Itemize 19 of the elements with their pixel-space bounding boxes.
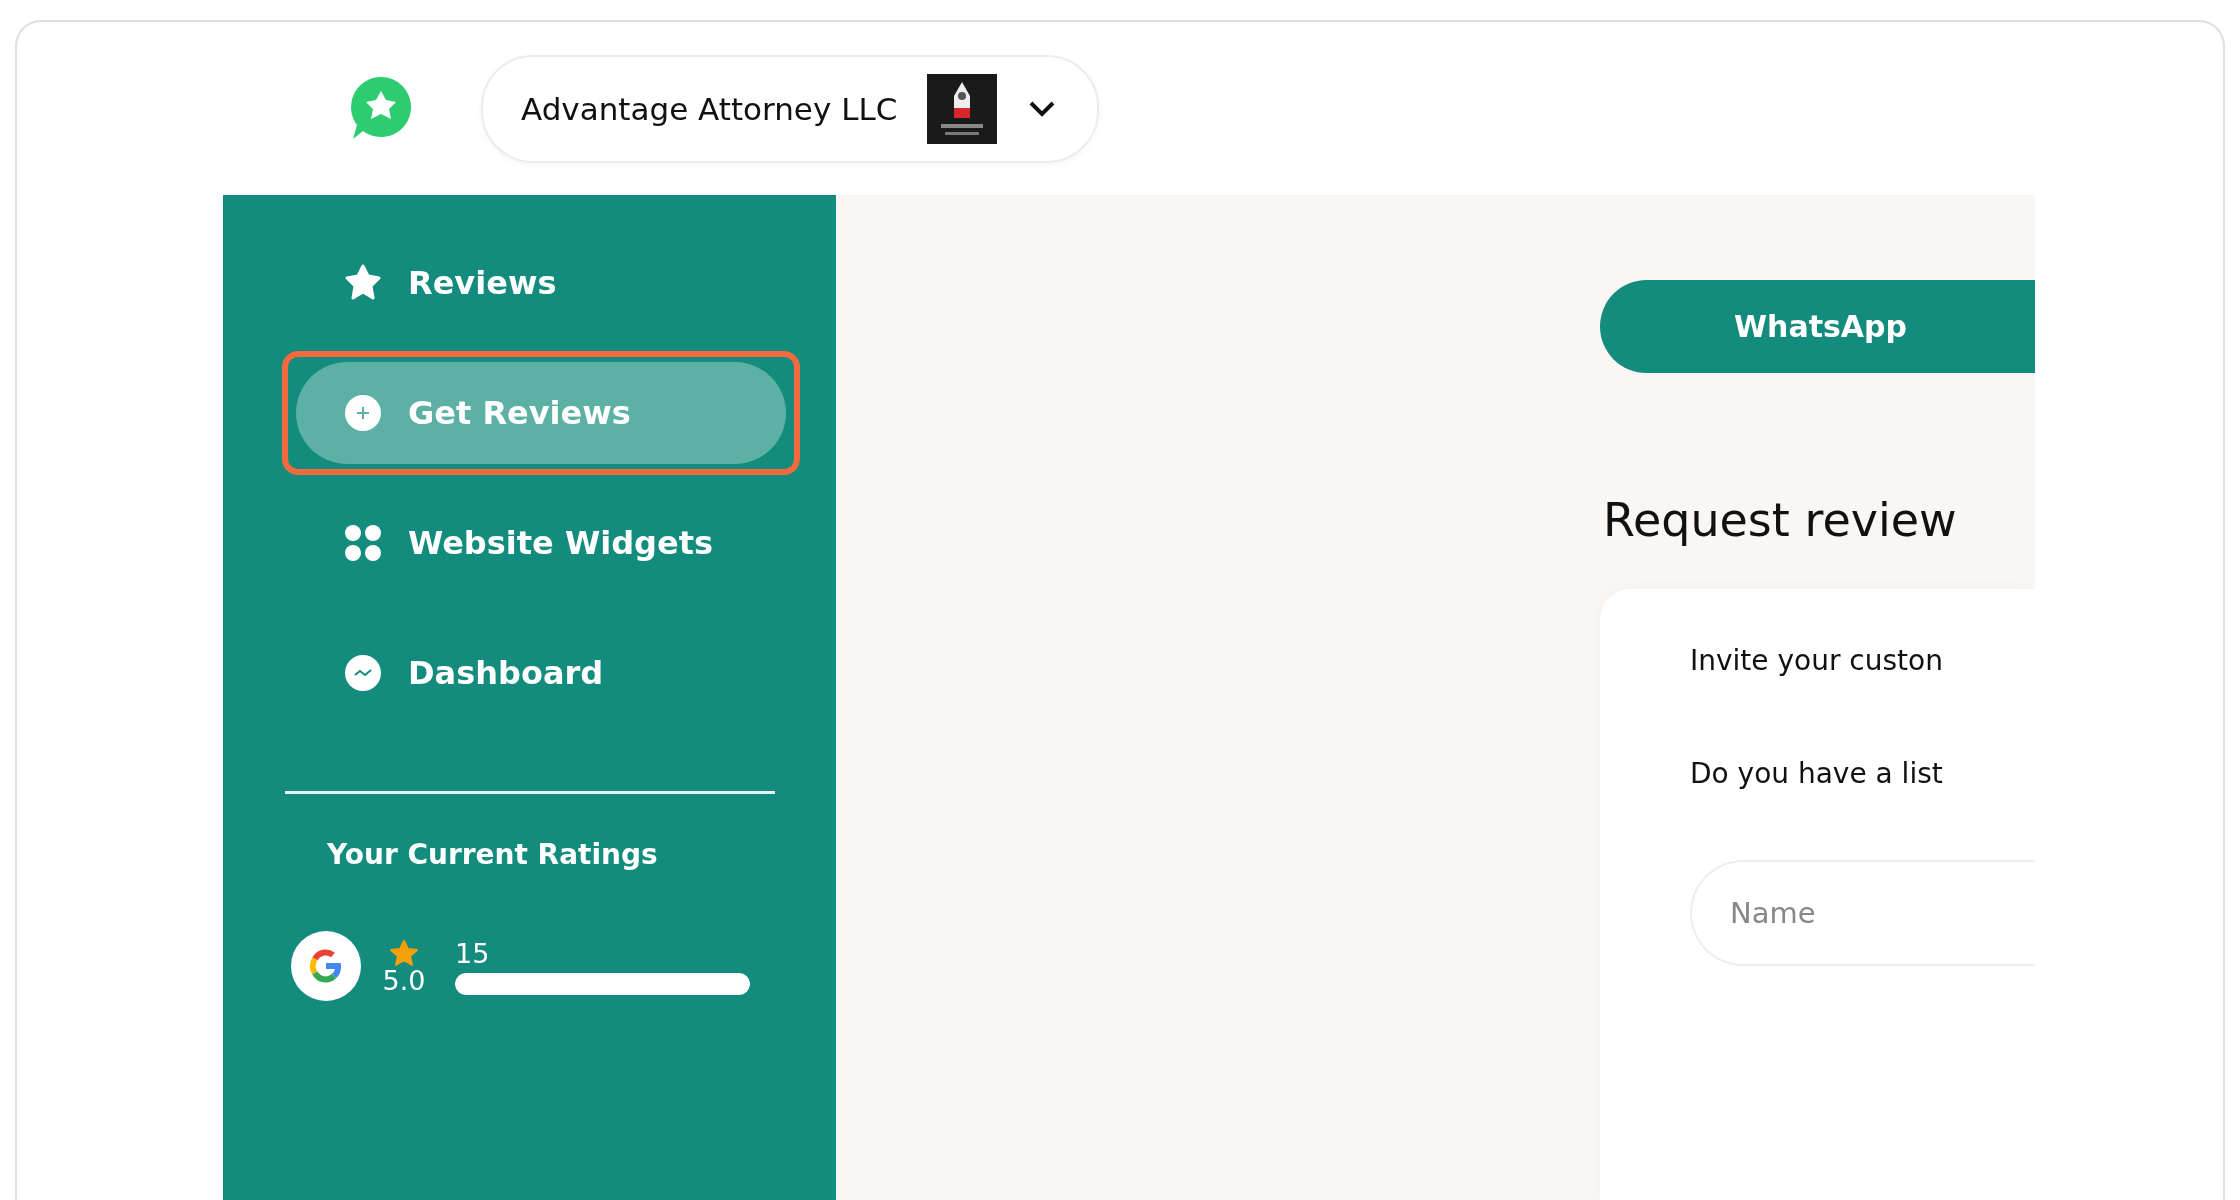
rating-score: 5.0: [382, 966, 426, 994]
sidebar-item[interactable]: Get Reviews: [296, 362, 786, 464]
plus-icon: [344, 394, 382, 432]
star-icon: [389, 938, 419, 967]
intro-text: Invite your custon: [1690, 643, 1944, 677]
google-icon: [291, 931, 361, 1001]
sidebar-item[interactable]: Website Widgets: [296, 492, 786, 594]
whatsapp-button[interactable]: WhatsApp: [1600, 280, 2035, 373]
company-selector[interactable]: Advantage Attorney LLC: [481, 54, 1100, 163]
sidebar-item[interactable]: Dashboard: [296, 622, 786, 724]
ratings-title: Your Current Ratings: [327, 838, 659, 871]
page-title: Request review: [1603, 492, 1958, 547]
sidebar-item[interactable]: Reviews: [296, 232, 786, 334]
grid-icon: [344, 524, 382, 562]
chart-icon: [344, 654, 382, 692]
question-text: Do you have a list: [1690, 756, 1944, 790]
star-icon: [344, 264, 382, 302]
name-field[interactable]: Name: [1690, 859, 2035, 966]
review-count: 15: [455, 937, 491, 969]
